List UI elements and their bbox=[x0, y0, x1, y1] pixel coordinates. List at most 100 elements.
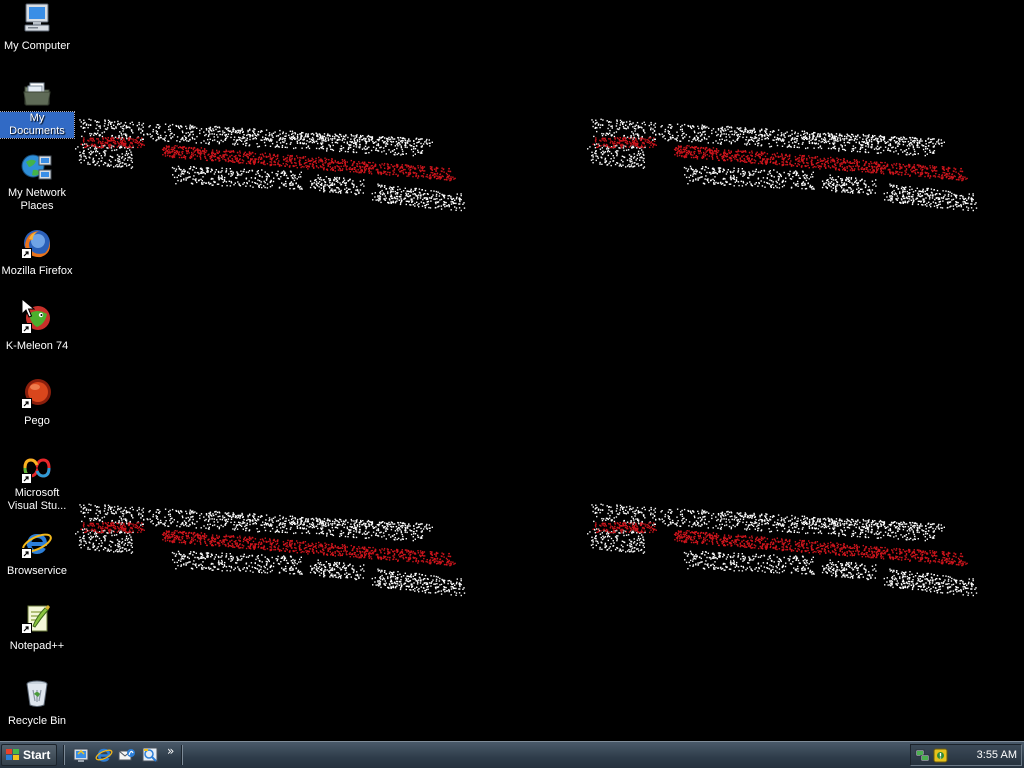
wallpaper-speck bbox=[913, 148, 915, 151]
wallpaper-speck bbox=[231, 170, 233, 172]
wallpaper-speck bbox=[335, 134, 337, 137]
wallpaper-speck bbox=[952, 176, 954, 178]
wallpaper-speck bbox=[326, 147, 328, 150]
wallpaper-speck bbox=[280, 164, 283, 167]
wallpaper-speck bbox=[630, 164, 633, 166]
wallpaper-speck bbox=[404, 187, 406, 189]
wallpaper-speck bbox=[94, 164, 96, 166]
wallpaper-speck bbox=[721, 126, 724, 128]
wallpaper-speck bbox=[123, 133, 125, 135]
wallpaper-speck bbox=[723, 158, 725, 161]
wallpaper-speck bbox=[922, 148, 925, 151]
wallpaper-speck bbox=[327, 164, 329, 166]
wallpaper-speck bbox=[795, 172, 798, 175]
wallpaper-speck bbox=[97, 129, 99, 132]
wallpaper-speck bbox=[185, 125, 187, 128]
wallpaper-speck bbox=[447, 170, 450, 172]
wallpaper-speck bbox=[319, 136, 321, 139]
wallpaper-speck bbox=[282, 162, 284, 165]
wallpaper-speck bbox=[137, 146, 139, 149]
wallpaper-speck bbox=[744, 143, 746, 145]
wallpaper-speck bbox=[252, 160, 254, 162]
wallpaper-speck bbox=[405, 192, 407, 194]
wallpaper-speck bbox=[79, 151, 81, 153]
wallpaper-speck bbox=[674, 138, 676, 140]
wallpaper-speck bbox=[435, 170, 437, 172]
wallpaper-speck bbox=[264, 186, 266, 189]
wallpaper-speck bbox=[383, 193, 386, 195]
wallpaper-speck bbox=[630, 165, 632, 168]
wallpaper-speck bbox=[953, 175, 955, 177]
wallpaper-speck bbox=[703, 125, 705, 127]
wallpaper-speck bbox=[723, 184, 725, 186]
wallpaper-speck bbox=[625, 139, 627, 142]
wallpaper-speck bbox=[755, 137, 758, 139]
wallpaper-speck bbox=[333, 136, 336, 138]
wallpaper-speck bbox=[430, 197, 432, 199]
wallpaper-speck bbox=[269, 145, 272, 147]
wallpaper-speck bbox=[649, 146, 651, 149]
wallpaper-speck bbox=[124, 163, 126, 165]
wallpaper-speck bbox=[405, 164, 407, 166]
wallpaper-speck bbox=[164, 152, 167, 154]
wallpaper-speck bbox=[421, 138, 423, 140]
wallpaper-speck bbox=[898, 139, 900, 141]
wallpaper-speck bbox=[766, 128, 768, 131]
wallpaper-speck bbox=[205, 142, 207, 144]
wallpaper-speck bbox=[914, 140, 916, 142]
wallpaper-speck bbox=[806, 162, 808, 164]
wallpaper-speck bbox=[754, 160, 757, 162]
wallpaper-speck bbox=[750, 154, 752, 156]
wallpaper-speck bbox=[332, 162, 335, 164]
wallpaper-speck bbox=[292, 173, 294, 176]
desktop[interactable]: My Computer My Documents My Network Plac… bbox=[0, 0, 1024, 741]
wallpaper-speck bbox=[698, 140, 700, 142]
wallpaper-speck bbox=[753, 129, 756, 131]
wallpaper-speck bbox=[602, 139, 604, 141]
wallpaper-speck bbox=[919, 164, 922, 167]
wallpaper-speck bbox=[842, 169, 844, 171]
wallpaper-speck bbox=[99, 127, 101, 129]
wallpaper-speck bbox=[734, 156, 736, 158]
wallpaper-speck bbox=[257, 170, 259, 172]
wallpaper-speck bbox=[285, 132, 287, 135]
wallpaper-speck bbox=[748, 172, 751, 174]
wallpaper-speck bbox=[919, 172, 922, 174]
wallpaper-speck bbox=[704, 169, 706, 171]
wallpaper-speck bbox=[328, 180, 331, 182]
wallpaper-speck bbox=[335, 191, 337, 193]
wallpaper-speck bbox=[436, 198, 438, 200]
wallpaper-speck bbox=[681, 128, 683, 130]
wallpaper-speck bbox=[343, 165, 345, 167]
wallpaper-speck bbox=[83, 159, 85, 162]
wallpaper-speck bbox=[871, 162, 873, 165]
wallpaper-speck bbox=[897, 173, 899, 175]
wallpaper-speck bbox=[892, 167, 894, 169]
wallpaper-speck bbox=[724, 178, 726, 180]
wallpaper-speck bbox=[168, 126, 170, 128]
wallpaper-speck bbox=[628, 164, 630, 166]
wallpaper-speck bbox=[435, 195, 438, 197]
wallpaper-speck bbox=[379, 171, 381, 173]
wallpaper-speck bbox=[103, 131, 106, 133]
wallpaper-speck bbox=[797, 174, 800, 177]
wallpaper-speck bbox=[775, 180, 777, 183]
wallpaper-speck bbox=[400, 154, 402, 156]
wallpaper-speck bbox=[796, 140, 798, 142]
wallpaper-speck bbox=[242, 131, 244, 133]
wallpaper-speck bbox=[643, 154, 645, 156]
wallpaper-speck bbox=[273, 154, 275, 156]
wallpaper-speck bbox=[173, 146, 175, 148]
wallpaper-speck bbox=[676, 155, 679, 157]
wallpaper-speck bbox=[244, 140, 246, 143]
wallpaper-speck bbox=[205, 150, 208, 152]
wallpaper-speck bbox=[932, 151, 934, 153]
wallpaper-speck bbox=[325, 176, 328, 178]
wallpaper-speck bbox=[249, 135, 252, 137]
wallpaper-speck bbox=[955, 178, 958, 181]
wallpaper-speck bbox=[121, 156, 124, 158]
wallpaper-speck bbox=[593, 135, 595, 138]
wallpaper-speck bbox=[945, 168, 948, 170]
wallpaper-speck bbox=[791, 133, 793, 135]
wallpaper-speck bbox=[83, 153, 85, 155]
